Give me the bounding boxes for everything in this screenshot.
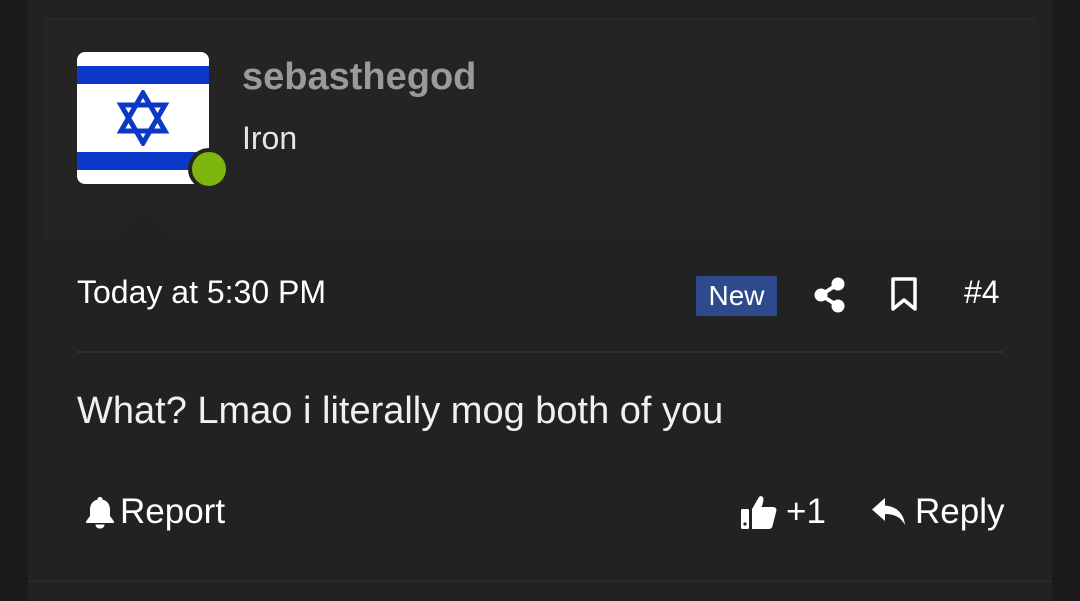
new-badge: New — [696, 276, 777, 316]
flag-top-stripe — [77, 66, 209, 84]
reply-arrow-icon — [871, 496, 907, 528]
report-button[interactable]: Report — [84, 490, 225, 534]
like-button[interactable]: +1 — [740, 490, 826, 534]
bell-icon — [84, 495, 116, 529]
bookmark-icon[interactable] — [890, 276, 918, 317]
post-message: What? Lmao i literally mog both of you — [77, 390, 724, 432]
reply-button[interactable]: Reply — [871, 490, 1004, 534]
reaction-count[interactable]: +1 — [786, 492, 826, 532]
forum-post: sebasthegod Iron Today at 5:30 PM New #4… — [28, 0, 1052, 601]
post-timestamp[interactable]: Today at 5:30 PM — [77, 274, 326, 311]
username-link[interactable]: sebasthegod — [242, 56, 476, 99]
post-bottom-divider — [28, 580, 1052, 582]
post-header-divider — [77, 351, 1003, 353]
star-of-david-icon — [115, 88, 171, 148]
reply-label: Reply — [915, 492, 1005, 531]
user-block-arrow — [112, 210, 172, 240]
share-icon[interactable] — [812, 276, 848, 319]
thumbs-up-icon — [740, 493, 778, 531]
report-label: Report — [120, 492, 226, 531]
user-title: Iron — [242, 120, 298, 156]
online-status-indicator — [188, 148, 230, 190]
post-number-link[interactable]: #4 — [964, 274, 1000, 311]
